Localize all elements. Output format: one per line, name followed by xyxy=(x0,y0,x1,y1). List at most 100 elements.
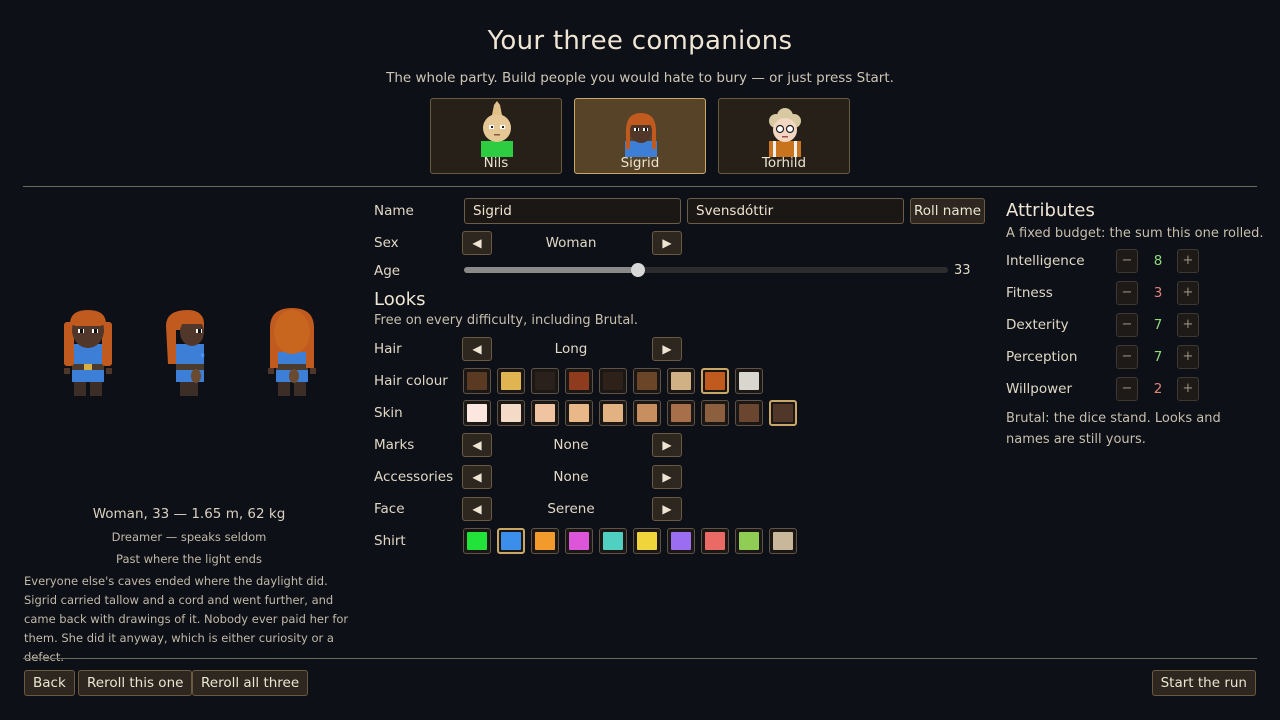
shirt-swatch[interactable] xyxy=(531,528,559,554)
hair-colour-swatch[interactable] xyxy=(531,368,559,394)
shirt-swatch[interactable] xyxy=(769,528,797,554)
shirt-swatch[interactable] xyxy=(497,528,525,554)
fitness-value: 3 xyxy=(1153,285,1163,301)
shirt-swatch-fill xyxy=(501,532,521,550)
back-button[interactable]: Back xyxy=(24,670,75,696)
shirt-swatch[interactable] xyxy=(701,528,729,554)
willpower-increase-button[interactable]: + xyxy=(1177,377,1199,401)
hair-colour-swatch[interactable] xyxy=(565,368,593,394)
shirt-swatch-fill xyxy=(739,532,759,550)
hair-colour-swatch[interactable] xyxy=(463,368,491,394)
age-slider-fill xyxy=(464,267,638,273)
hair-colour-swatch[interactable] xyxy=(633,368,661,394)
perception-increase-button[interactable]: + xyxy=(1177,345,1199,369)
hair-prev-button[interactable]: ◀ xyxy=(462,337,492,361)
hair-colour-swatch-fill xyxy=(705,372,725,390)
skin-swatch[interactable] xyxy=(735,400,763,426)
hair-colour-swatch-fill xyxy=(637,372,657,390)
hair-colour-swatch-fill xyxy=(569,372,589,390)
shirt-swatch-fill xyxy=(637,532,657,550)
looks-heading: Looks xyxy=(374,289,426,310)
hair-label: Hair xyxy=(374,341,402,357)
character-background: Past where the light ends xyxy=(116,552,262,566)
hair-colour-swatch-fill xyxy=(739,372,759,390)
skin-swatch[interactable] xyxy=(701,400,729,426)
skin-swatch[interactable] xyxy=(633,400,661,426)
hair-colour-label: Hair colour xyxy=(374,373,448,389)
shirt-swatch-fill xyxy=(671,532,691,550)
shirt-swatch[interactable] xyxy=(463,528,491,554)
face-prev-button[interactable]: ◀ xyxy=(462,497,492,521)
hair-colour-swatch[interactable] xyxy=(667,368,695,394)
hair-colour-swatch-fill xyxy=(467,372,487,390)
skin-swatch[interactable] xyxy=(769,400,797,426)
skin-swatch-fill xyxy=(705,404,725,422)
intelligence-increase-button[interactable]: + xyxy=(1177,249,1199,273)
sigrid-portrait-icon xyxy=(625,113,657,157)
skin-swatch-fill xyxy=(569,404,589,422)
skin-swatch[interactable] xyxy=(531,400,559,426)
attribute-name: Dexterity xyxy=(1006,317,1069,333)
attributes-note: Brutal: the dice stand. Looks and names … xyxy=(1006,411,1221,447)
hair-colour-swatch-fill xyxy=(535,372,555,390)
companion-name: Nils xyxy=(483,155,509,171)
looks-subtitle: Free on every difficulty, including Brut… xyxy=(374,313,639,328)
shirt-swatch-fill xyxy=(603,532,623,550)
shirt-swatch[interactable] xyxy=(633,528,661,554)
attribute-name: Willpower xyxy=(1006,381,1073,397)
attribute-name: Fitness xyxy=(1006,285,1053,301)
hair-next-button[interactable]: ▶ xyxy=(652,337,682,361)
age-label: Age xyxy=(374,263,401,279)
shirt-swatch[interactable] xyxy=(565,528,593,554)
first-name-input[interactable] xyxy=(464,198,681,224)
skin-swatch[interactable] xyxy=(463,400,491,426)
accessories-label: Accessories xyxy=(374,469,454,485)
dexterity-increase-button[interactable]: + xyxy=(1177,313,1199,337)
marks-prev-button[interactable]: ◀ xyxy=(462,433,492,457)
willpower-decrease-button[interactable]: − xyxy=(1116,377,1138,401)
hair-colour-swatch[interactable] xyxy=(497,368,525,394)
perception-decrease-button[interactable]: − xyxy=(1116,345,1138,369)
companion-card-nils[interactable]: Nils xyxy=(430,98,562,174)
last-name-input[interactable] xyxy=(687,198,904,224)
fitness-increase-button[interactable]: + xyxy=(1177,281,1199,305)
start-run-button[interactable]: Start the run xyxy=(1151,670,1256,696)
fitness-decrease-button[interactable]: − xyxy=(1116,281,1138,305)
hair-colour-swatch[interactable] xyxy=(599,368,627,394)
reroll-one-button[interactable]: Reroll this one xyxy=(78,670,193,696)
sex-prev-button[interactable]: ◀ xyxy=(462,231,492,255)
companion-card-sigrid[interactable]: Sigrid xyxy=(574,98,706,174)
skin-swatch[interactable] xyxy=(565,400,593,426)
age-slider-thumb[interactable] xyxy=(631,263,645,277)
companion-card-torhild[interactable]: Torhild xyxy=(718,98,850,174)
companion-name: Torhild xyxy=(761,155,807,171)
marks-value: None xyxy=(553,437,589,453)
character-summary: Woman, 33 — 1.65 m, 62 kg xyxy=(92,506,286,522)
skin-swatch[interactable] xyxy=(667,400,695,426)
roll-name-button[interactable]: Roll name xyxy=(910,198,985,224)
attribute-name: Intelligence xyxy=(1006,253,1085,269)
character-bio: Everyone else's caves ended where the da… xyxy=(24,574,349,664)
face-next-button[interactable]: ▶ xyxy=(652,497,682,521)
reroll-all-button[interactable]: Reroll all three xyxy=(192,670,309,696)
intelligence-value: 8 xyxy=(1153,253,1163,269)
age-value: 33 xyxy=(954,263,971,278)
character-back-view xyxy=(268,308,316,396)
shirt-swatch-fill xyxy=(773,532,793,550)
shirt-swatch[interactable] xyxy=(599,528,627,554)
dexterity-decrease-button[interactable]: − xyxy=(1116,313,1138,337)
hair-colour-swatch-fill xyxy=(501,372,521,390)
marks-next-button[interactable]: ▶ xyxy=(652,433,682,457)
hair-colour-swatch[interactable] xyxy=(701,368,729,394)
character-trait: Dreamer — speaks seldom xyxy=(111,530,267,544)
intelligence-decrease-button[interactable]: − xyxy=(1116,249,1138,273)
accessories-next-button[interactable]: ▶ xyxy=(652,465,682,489)
shirt-swatch[interactable] xyxy=(667,528,695,554)
skin-swatch[interactable] xyxy=(497,400,525,426)
torhild-portrait-icon xyxy=(769,108,801,157)
skin-swatch[interactable] xyxy=(599,400,627,426)
sex-next-button[interactable]: ▶ xyxy=(652,231,682,255)
accessories-prev-button[interactable]: ◀ xyxy=(462,465,492,489)
hair-colour-swatch[interactable] xyxy=(735,368,763,394)
shirt-swatch[interactable] xyxy=(735,528,763,554)
